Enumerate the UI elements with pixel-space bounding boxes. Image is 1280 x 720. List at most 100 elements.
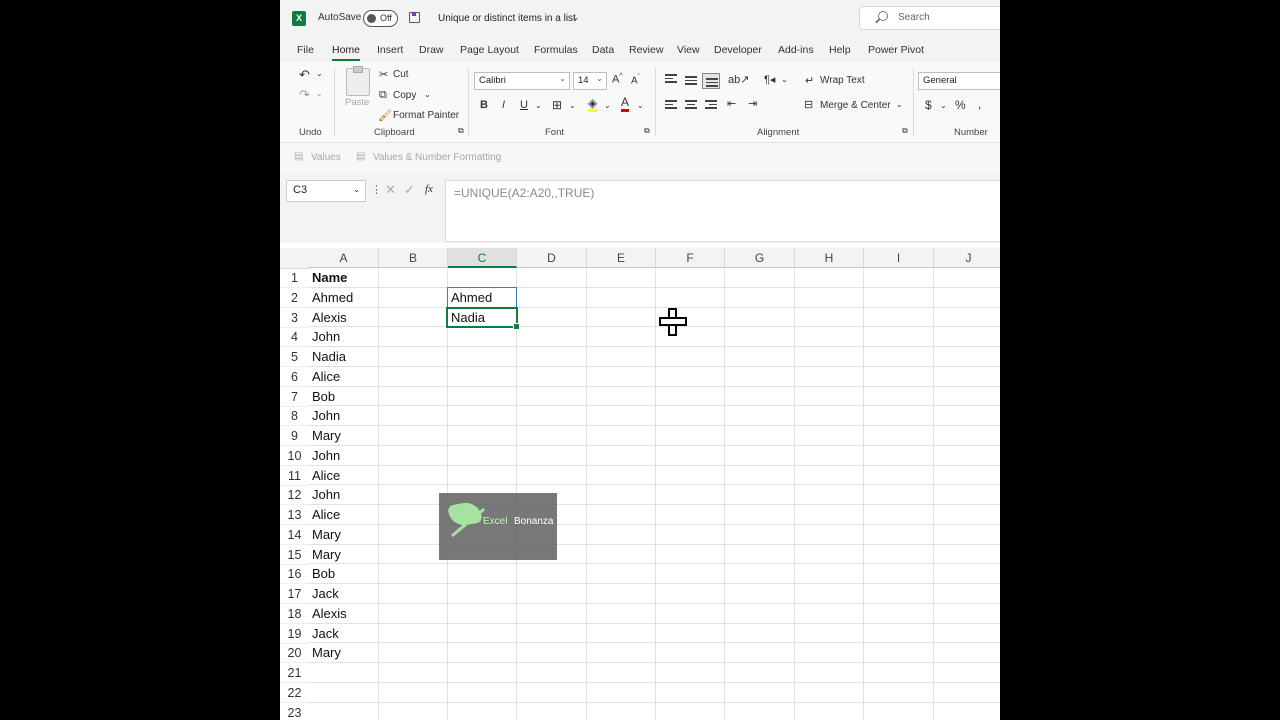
chevron-down-icon[interactable]: ⌄ bbox=[572, 12, 580, 23]
cell-a2[interactable]: Ahmed bbox=[310, 288, 379, 308]
text-direction-icon[interactable]: ¶◂ bbox=[764, 73, 775, 86]
bold-icon[interactable]: B bbox=[480, 99, 488, 111]
row-header-11[interactable]: 11 bbox=[280, 466, 309, 486]
cell-a20[interactable]: Mary bbox=[310, 643, 379, 663]
column-header-f[interactable]: F bbox=[656, 248, 725, 268]
row-header-7[interactable]: 7 bbox=[280, 387, 309, 407]
orientation-icon[interactable]: ab↗ bbox=[728, 73, 749, 86]
paste-values-number-formatting-button[interactable]: Values & Number Formatting bbox=[373, 152, 501, 163]
cell-a14[interactable]: Mary bbox=[310, 525, 379, 545]
row-header-21[interactable]: 21 bbox=[280, 663, 309, 683]
align-left-icon[interactable] bbox=[665, 100, 677, 110]
save-icon[interactable] bbox=[409, 12, 420, 23]
cancel-icon[interactable]: ✕ bbox=[385, 182, 396, 198]
column-header-c[interactable]: C bbox=[448, 248, 517, 268]
row-header-6[interactable]: 6 bbox=[280, 367, 309, 387]
row-header-23[interactable]: 23 bbox=[280, 703, 309, 720]
cell-a13[interactable]: Alice bbox=[310, 505, 379, 525]
tab-page-layout[interactable]: Page Layout bbox=[460, 44, 519, 56]
column-header-g[interactable]: G bbox=[725, 248, 795, 268]
row-header-5[interactable]: 5 bbox=[280, 347, 309, 367]
paste-values-button[interactable]: Values bbox=[311, 152, 341, 163]
cell-a11[interactable]: Alice bbox=[310, 466, 379, 486]
tab-developer[interactable]: Developer bbox=[714, 44, 762, 56]
cell-a16[interactable]: Bob bbox=[310, 564, 379, 584]
tab-insert[interactable]: Insert bbox=[377, 44, 403, 56]
undo-icon[interactable]: ↶ bbox=[299, 67, 310, 83]
column-header-e[interactable]: E bbox=[587, 248, 656, 268]
column-header-d[interactable]: D bbox=[517, 248, 587, 268]
row-header-8[interactable]: 8 bbox=[280, 406, 309, 427]
fill-color-icon[interactable]: ◈ bbox=[588, 97, 598, 112]
cell-a8[interactable]: John bbox=[310, 406, 379, 426]
tab-help[interactable]: Help bbox=[829, 44, 851, 56]
row-header-22[interactable]: 22 bbox=[280, 683, 309, 703]
wrap-text-button[interactable]: Wrap Text bbox=[820, 75, 865, 86]
row-header-17[interactable]: 17 bbox=[280, 584, 309, 604]
cell-a4[interactable]: John bbox=[310, 327, 379, 347]
increase-font-size-icon[interactable]: A^ bbox=[612, 73, 623, 86]
currency-dropdown-icon[interactable]: ⌄ bbox=[940, 101, 947, 110]
select-all-corner[interactable] bbox=[280, 248, 310, 269]
row-header-15[interactable]: 15 bbox=[280, 545, 309, 565]
redo-dropdown-icon[interactable]: ⌄ bbox=[316, 89, 323, 98]
align-center-icon[interactable] bbox=[685, 100, 697, 110]
formula-input[interactable]: =UNIQUE(A2:A20,,TRUE) bbox=[445, 180, 1000, 242]
font-name-select[interactable]: Calibri ⌄ bbox=[474, 72, 570, 90]
row-header-4[interactable]: 4 bbox=[280, 327, 309, 348]
borders-dropdown-icon[interactable]: ⌄ bbox=[569, 101, 576, 110]
document-title[interactable]: Unique or distinct items in a list bbox=[438, 13, 576, 24]
column-header-h[interactable]: H bbox=[795, 248, 864, 268]
cell-a12[interactable]: John bbox=[310, 485, 379, 505]
cell-a9[interactable]: Mary bbox=[310, 426, 379, 446]
cell-a15[interactable]: Mary bbox=[310, 545, 379, 565]
tab-draw[interactable]: Draw bbox=[419, 44, 444, 56]
paste-icon[interactable] bbox=[346, 66, 370, 96]
font-size-select[interactable]: 14 ⌄ bbox=[573, 72, 607, 90]
italic-icon[interactable]: I bbox=[502, 99, 505, 111]
decrease-font-size-icon[interactable]: Aˇ bbox=[631, 74, 640, 86]
row-header-14[interactable]: 14 bbox=[280, 525, 309, 545]
underline-icon[interactable]: U bbox=[520, 99, 528, 111]
column-header-i[interactable]: I bbox=[864, 248, 934, 268]
tab-file[interactable]: File bbox=[297, 44, 314, 56]
underline-dropdown-icon[interactable]: ⌄ bbox=[535, 101, 542, 110]
row-header-1[interactable]: 1 bbox=[280, 268, 309, 288]
undo-dropdown-icon[interactable]: ⌄ bbox=[316, 69, 323, 78]
text-direction-dropdown-icon[interactable]: ⌄ bbox=[781, 75, 788, 84]
tab-view[interactable]: View bbox=[677, 44, 700, 56]
merge-dropdown-icon[interactable]: ⌄ bbox=[896, 100, 903, 109]
column-header-a[interactable]: A bbox=[309, 248, 379, 268]
column-header-j[interactable]: J bbox=[934, 248, 1000, 268]
tab-data[interactable]: Data bbox=[592, 44, 614, 56]
row-header-10[interactable]: 10 bbox=[280, 446, 309, 466]
row-header-13[interactable]: 13 bbox=[280, 505, 309, 525]
row-header-20[interactable]: 20 bbox=[280, 643, 309, 664]
row-header-3[interactable]: 3 bbox=[280, 308, 309, 328]
cell-a19[interactable]: Jack bbox=[310, 624, 379, 644]
cell-a1-header[interactable]: Name bbox=[310, 268, 379, 288]
percent-icon[interactable]: % bbox=[955, 98, 966, 112]
middle-align-icon[interactable] bbox=[685, 76, 697, 86]
worksheet-grid[interactable]: ABCDEFGHIJ 1 2 3 4 5 6 7 8 9 10 11 12 13 14 15 16 17 18 19… bbox=[280, 248, 1000, 720]
cell-a5[interactable]: Nadia bbox=[310, 347, 379, 367]
comma-icon[interactable]: , bbox=[978, 97, 981, 111]
decrease-indent-icon[interactable]: ⇤ bbox=[727, 97, 736, 110]
cut-button[interactable]: Cut bbox=[393, 69, 409, 80]
increase-indent-icon[interactable]: ⇥ bbox=[748, 97, 757, 110]
copy-button[interactable]: Copy bbox=[393, 90, 416, 101]
cell-a7[interactable]: Bob bbox=[310, 387, 379, 407]
font-launcher-icon[interactable]: ⧉ bbox=[644, 126, 650, 136]
tab-power-pivot[interactable]: Power Pivot bbox=[868, 44, 924, 56]
active-cell-indicator[interactable] bbox=[446, 307, 520, 330]
row-header-18[interactable]: 18 bbox=[280, 604, 309, 624]
font-color-dropdown-icon[interactable]: ⌄ bbox=[637, 101, 644, 110]
cell-a18[interactable]: Alexis bbox=[310, 604, 379, 624]
fill-color-dropdown-icon[interactable]: ⌄ bbox=[604, 101, 611, 110]
bottom-align-button[interactable] bbox=[702, 73, 720, 89]
row-header-9[interactable]: 9 bbox=[280, 426, 309, 446]
tab-add-ins[interactable]: Add-ins bbox=[778, 44, 814, 56]
row-header-16[interactable]: 16 bbox=[280, 564, 309, 585]
cell-a17[interactable]: Jack bbox=[310, 584, 379, 604]
alignment-launcher-icon[interactable]: ⧉ bbox=[902, 126, 908, 136]
